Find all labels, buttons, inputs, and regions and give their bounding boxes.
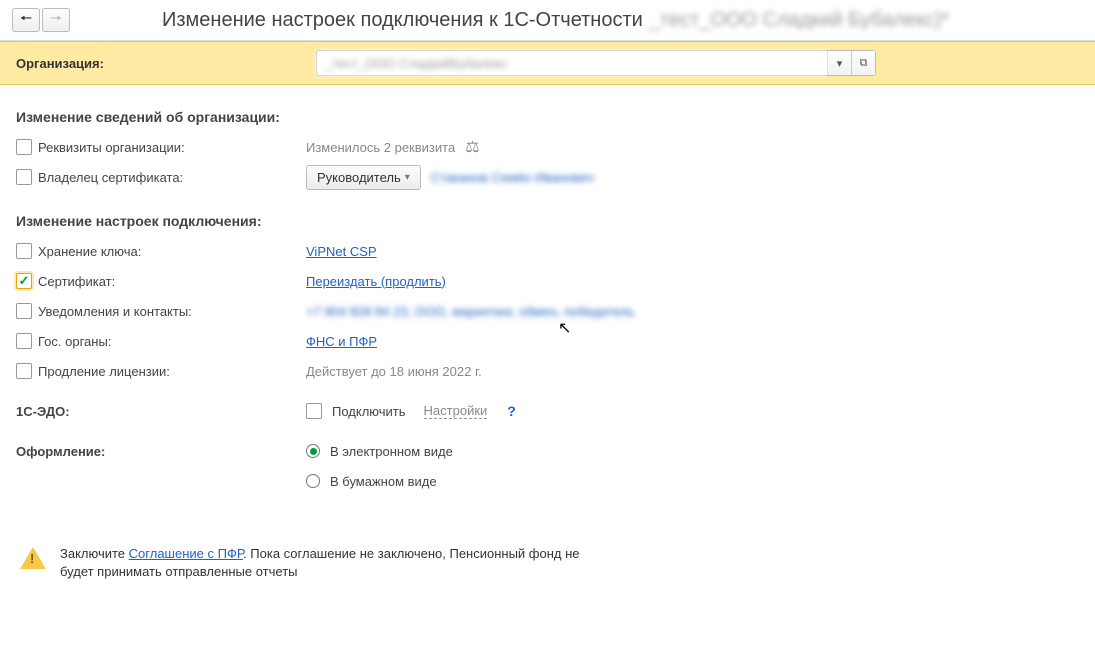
edo-connect-label: Подключить [332,404,406,419]
link-key-storage[interactable]: ViPNet CSP [306,244,377,259]
checkbox-notifications[interactable] [16,303,32,319]
help-icon[interactable]: ? [507,403,516,419]
organization-open-button[interactable]: ⧉ [851,51,875,75]
radio-paper-label: В бумажном виде [330,474,437,489]
arrow-left-icon: 🠔 [20,8,32,32]
warning-link[interactable]: Соглашение с ПФР [129,546,243,561]
organization-bar: Организация: ▾ ⧉ [0,41,1095,85]
notifications-value-blur: +7 904 828 84 23, ООО, маркетинг, обмен,… [306,304,634,319]
organization-input[interactable] [317,51,827,75]
chevron-down-icon: ▾ [405,172,410,183]
radio-electronic-label: В электронном виде [330,444,453,459]
owner-role-button[interactable]: Руководитель ▾ [306,165,421,190]
checkbox-gov[interactable] [16,333,32,349]
hint-license: Действует до 18 июня 2022 г. [306,364,482,379]
row-gov: Гос. органы: ФНС и ПФР [16,327,1079,355]
label-requisites: Реквизиты организации: [38,140,185,155]
checkbox-cert-owner[interactable] [16,169,32,185]
checkbox-key-storage[interactable] [16,243,32,259]
row-notifications: Уведомления и контакты: +7 904 828 84 23… [16,297,1079,325]
label-key-storage: Хранение ключа: [38,244,141,259]
owner-role-button-label: Руководитель [317,170,401,185]
row-license: Продление лицензии: Действует до 18 июня… [16,357,1079,385]
organization-combo[interactable]: ▾ ⧉ [316,50,876,76]
organization-label: Организация: [16,56,306,71]
hint-requisites: Изменилось 2 реквизита [306,140,455,155]
nav-back-button[interactable]: 🠔 [12,8,40,32]
warning-box: Заключите Соглашение с ПФР. Пока соглаше… [16,545,1079,581]
warning-pre: Заключите [60,546,129,561]
scales-icon: ⚖ [465,137,479,157]
row-design-paper: В бумажном виде [16,467,1079,495]
label-notifications: Уведомления и контакты: [38,304,192,319]
checkbox-edo-connect[interactable] [306,403,322,419]
label-cert-owner: Владелец сертификата: [38,170,183,185]
radio-paper[interactable] [306,474,320,488]
chevron-down-icon: ▾ [837,57,843,70]
row-design-electronic: Оформление: В электронном виде [16,437,1079,465]
label-edo: 1С-ЭДО: [16,404,306,419]
page-title-text: Изменение настроек подключения к 1С-Отче… [162,9,643,32]
row-requisites: Реквизиты организации: Изменилось 2 рекв… [16,133,1079,161]
radio-electronic[interactable] [306,444,320,458]
section-conn-header: Изменение настроек подключения: [16,213,1079,229]
nav-forward-button[interactable]: 🠖 [42,8,70,32]
checkbox-certificate[interactable] [16,273,32,289]
label-design: Оформление: [16,444,306,459]
warning-text: Заключите Соглашение с ПФР. Пока соглаше… [60,545,580,581]
link-gov[interactable]: ФНС и ПФР [306,334,377,349]
open-external-icon: ⧉ [860,57,868,70]
organization-dropdown-button[interactable]: ▾ [827,51,851,75]
row-cert-owner: Владелец сертификата: Руководитель ▾ Ста… [16,163,1079,191]
checkbox-requisites[interactable] [16,139,32,155]
section-org-header: Изменение сведений об организации: [16,109,1079,125]
row-certificate: Сертификат: Переиздать (продлить) [16,267,1079,295]
row-key-storage: Хранение ключа: ViPNet CSP [16,237,1079,265]
toolbar: 🠔 🠖 Изменение настроек подключения к 1С-… [0,0,1095,41]
label-gov: Гос. органы: [38,334,111,349]
row-edo: 1С-ЭДО: Подключить Настройки ? [16,397,1079,425]
owner-name-blur: Стаканов Семён Иванович [431,170,594,185]
warning-icon [20,547,46,569]
checkbox-license[interactable] [16,363,32,379]
page-title: Изменение настроек подключения к 1С-Отче… [162,9,949,32]
link-edo-settings[interactable]: Настройки [424,403,488,419]
label-license: Продление лицензии: [38,364,170,379]
label-certificate: Сертификат: [38,274,115,289]
arrow-right-icon: 🠖 [50,8,62,32]
page-title-org-blur: _тест_ООО Сладкий Бубалекс)* [649,9,950,32]
link-certificate[interactable]: Переиздать (продлить) [306,274,446,289]
